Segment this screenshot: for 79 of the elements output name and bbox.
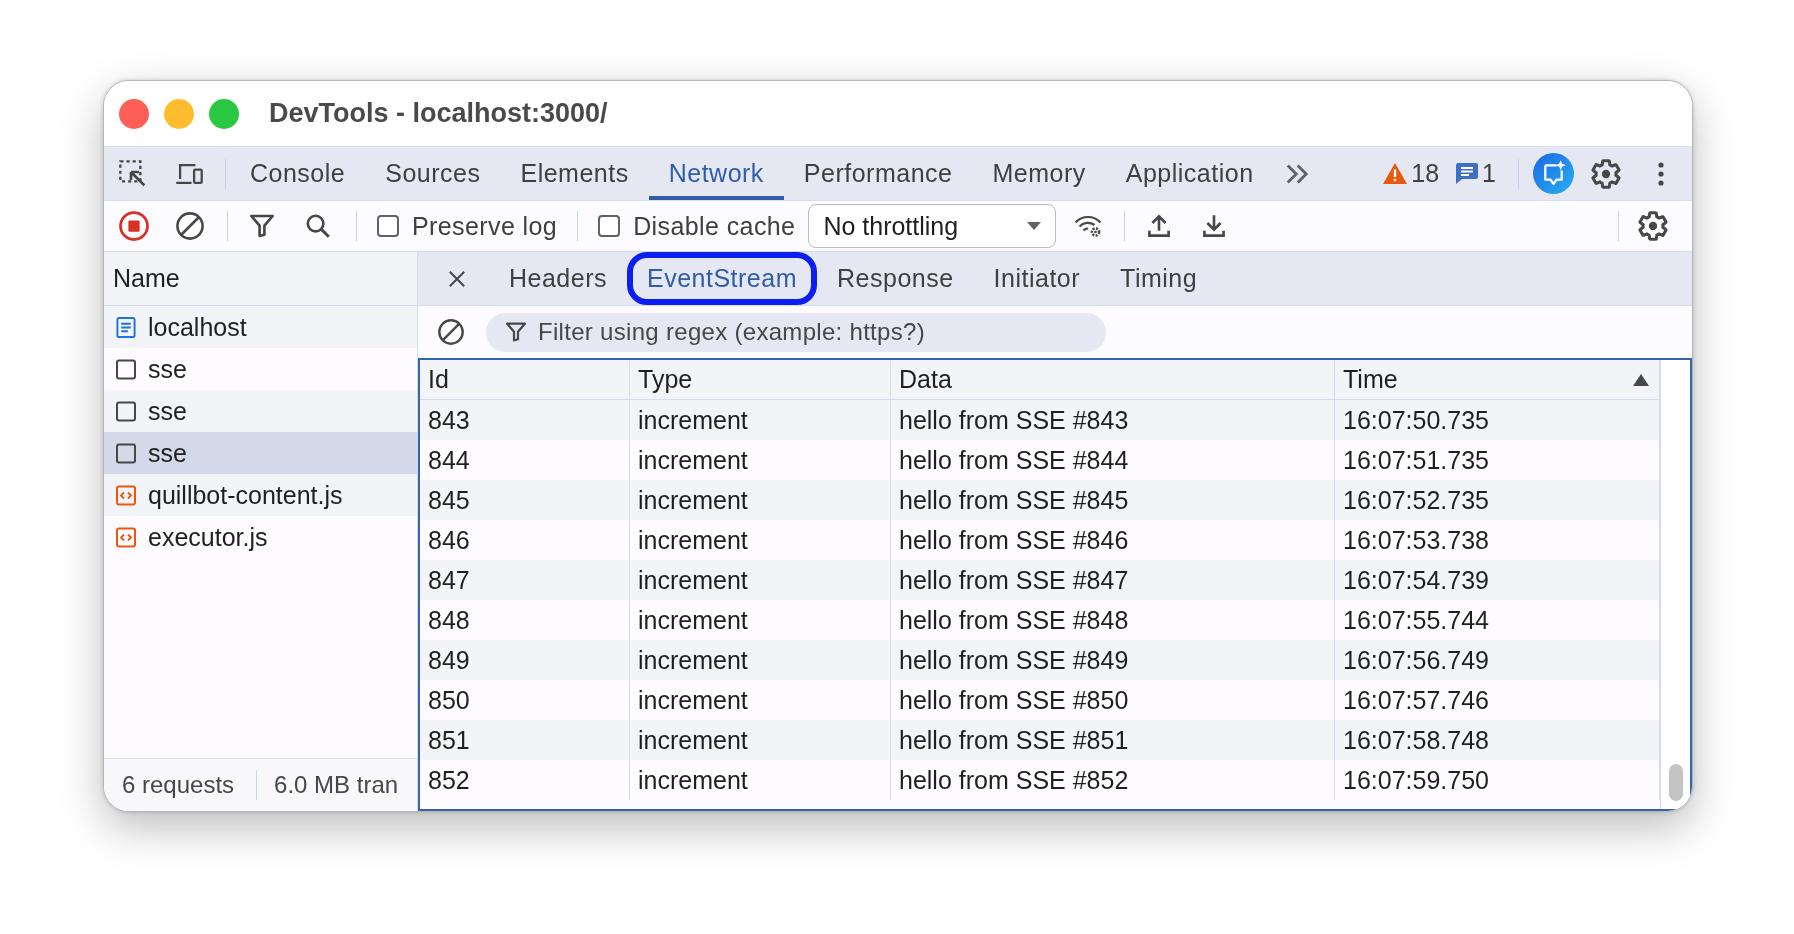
summary-text: 6.0 MB tran — [274, 771, 399, 799]
table-cell: increment — [630, 560, 891, 600]
message-icon — [1456, 163, 1479, 184]
warnings-button[interactable]: 18 — [1383, 159, 1440, 188]
tab[interactable]: Network — [648, 147, 784, 200]
window-title: DevTools - localhost:3000/ — [269, 98, 608, 129]
chat-sparkle-icon[interactable] — [1533, 153, 1574, 194]
table-cell: hello from SSE #843 — [891, 400, 1335, 440]
table-cell: increment — [630, 640, 891, 680]
table-cell: increment — [630, 720, 891, 760]
table-cell: hello from SSE #847 — [891, 560, 1335, 600]
tab[interactable]: Application — [1105, 147, 1274, 200]
tab[interactable]: Timing — [1100, 252, 1218, 305]
tab[interactable]: Response — [817, 252, 974, 305]
code-file-icon — [116, 526, 136, 548]
search-icon[interactable] — [306, 214, 330, 238]
table-cell: 847 — [420, 560, 630, 600]
tab[interactable]: Headers — [489, 252, 627, 305]
close-window-icon[interactable] — [119, 98, 149, 129]
checkbox-label[interactable]: Preserve log — [412, 211, 558, 241]
table-cell: 845 — [420, 480, 630, 520]
table-cell: 16:07:54.739 — [1335, 560, 1660, 600]
column-header[interactable]: Type — [630, 360, 891, 400]
scrollbar-thumb[interactable] — [1668, 764, 1683, 801]
checkbox[interactable] — [598, 215, 621, 237]
tab[interactable]: Initiator — [973, 252, 1101, 305]
tab[interactable]: Sources — [365, 147, 501, 200]
messages-button[interactable]: 1 — [1456, 159, 1496, 188]
table-cell: 16:07:58.748 — [1335, 720, 1660, 760]
table-cell: hello from SSE #849 — [891, 640, 1335, 680]
table-cell: 849 — [420, 640, 630, 680]
tab[interactable]: Performance — [783, 147, 973, 200]
settings-icon[interactable] — [1638, 211, 1668, 241]
table-cell: increment — [630, 480, 891, 520]
square-icon — [116, 442, 136, 464]
square-icon — [116, 400, 136, 422]
column-header[interactable]: Time — [1335, 360, 1660, 400]
square-icon — [116, 358, 136, 380]
double-chevron-icon[interactable] — [1285, 163, 1308, 184]
table-cell: 16:07:50.735 — [1335, 400, 1660, 440]
request-row[interactable]: localhost — [104, 306, 417, 348]
table-cell: 16:07:52.735 — [1335, 480, 1660, 520]
request-row[interactable]: quillbot-content.js — [104, 474, 417, 516]
warning-icon — [1383, 163, 1408, 184]
checkbox[interactable] — [377, 215, 399, 237]
table-cell: increment — [630, 400, 891, 440]
filter-field[interactable]: Filter using regex (example: https?) — [486, 312, 1106, 352]
clear-icon[interactable] — [438, 319, 464, 345]
inspect-icon[interactable] — [119, 159, 147, 188]
summary-text: 6 requests — [122, 771, 235, 799]
stop-icon[interactable] — [119, 211, 149, 241]
clear-icon[interactable] — [176, 212, 204, 240]
column-header[interactable]: Name — [104, 252, 417, 306]
download-icon[interactable] — [1202, 214, 1227, 238]
table-cell: hello from SSE #845 — [891, 480, 1335, 520]
filter-icon — [506, 322, 526, 342]
request-row[interactable]: sse — [104, 390, 417, 432]
caret-icon — [1027, 222, 1042, 230]
tab[interactable]: Console — [230, 147, 366, 200]
table-cell: 843 — [420, 400, 630, 440]
throttling-dropdown[interactable]: No throttling — [808, 204, 1057, 248]
tab[interactable]: Memory — [972, 147, 1106, 200]
upload-icon[interactable] — [1147, 214, 1172, 238]
table-cell: 851 — [420, 720, 630, 760]
column-header[interactable]: Data — [891, 360, 1335, 400]
checkbox-label[interactable]: Disable cache — [633, 211, 796, 241]
table-cell: 16:07:56.749 — [1335, 640, 1660, 680]
column-header[interactable]: Id — [420, 360, 630, 400]
request-row[interactable]: sse — [104, 432, 417, 474]
sort-ascending-icon — [1633, 373, 1649, 386]
settings-icon[interactable] — [1591, 158, 1621, 189]
document-icon — [116, 316, 136, 338]
table-cell: hello from SSE #851 — [891, 720, 1335, 760]
tab[interactable]: Elements — [500, 147, 649, 200]
code-file-icon — [116, 484, 136, 506]
wifi-gear-icon[interactable] — [1074, 214, 1103, 238]
filter-icon[interactable] — [250, 214, 274, 238]
more-options-icon[interactable] — [1658, 161, 1664, 186]
close-icon[interactable] — [448, 269, 466, 288]
